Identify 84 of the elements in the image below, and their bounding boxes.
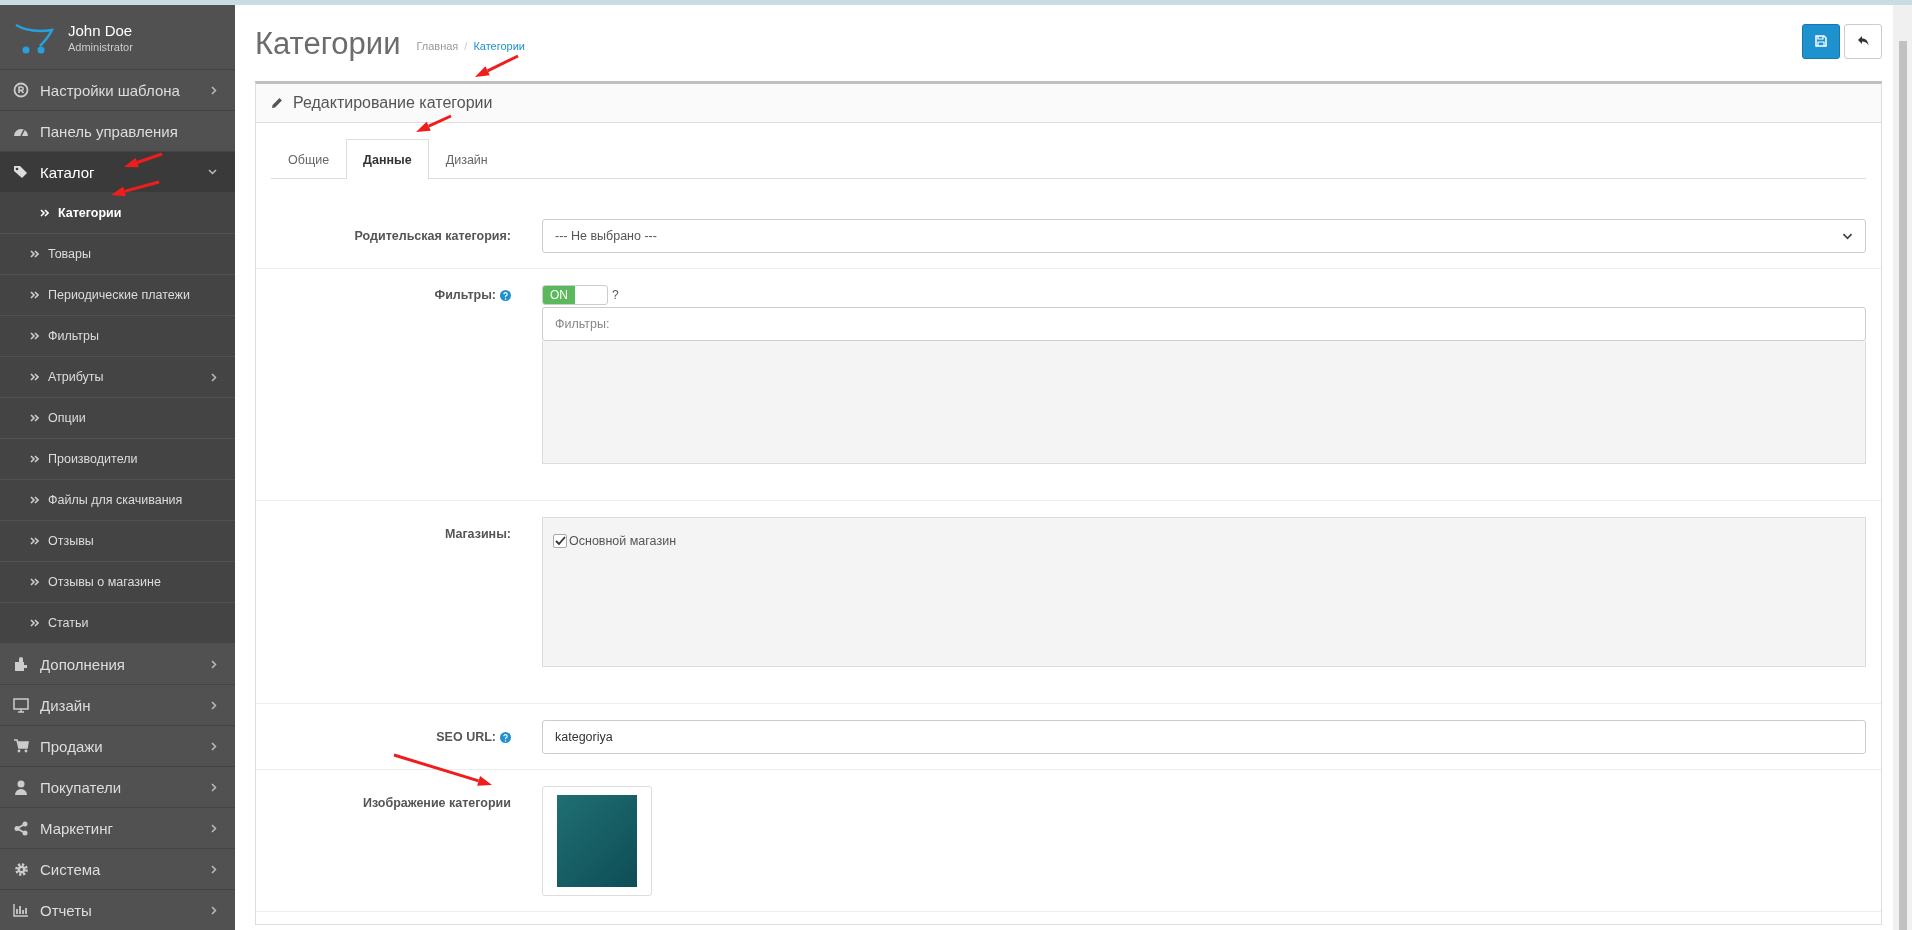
chevron-right-icon xyxy=(211,864,217,874)
double-chevron-icon xyxy=(30,414,39,422)
sidebar-subitem[interactable]: Файлы для скачивания xyxy=(0,480,235,521)
gear-icon xyxy=(13,861,29,877)
sidebar-subitem[interactable]: Фильтры xyxy=(0,316,235,357)
double-chevron-icon xyxy=(40,209,49,217)
double-chevron-icon xyxy=(30,373,39,381)
annotation-arrow xyxy=(416,114,452,132)
sidebar-item[interactable]: Каталог xyxy=(0,152,235,193)
puzzle-icon xyxy=(13,656,29,672)
sidebar-subitem[interactable]: Отзывы xyxy=(0,521,235,562)
cart-icon xyxy=(13,739,29,753)
chevron-right-icon xyxy=(211,741,217,751)
double-chevron-icon xyxy=(30,537,39,545)
tab[interactable]: Дизайн xyxy=(428,139,505,179)
bar-chart-icon xyxy=(13,903,29,917)
sidebar-item[interactable]: Система xyxy=(0,849,235,890)
breadcrumb-link[interactable]: Категории xyxy=(473,40,525,52)
double-chevron-icon xyxy=(30,250,39,258)
field-label: Фильтры: xyxy=(434,288,496,302)
back-button[interactable] xyxy=(1844,23,1882,59)
sidebar-subitem[interactable]: Товары xyxy=(0,234,235,275)
scrollbar[interactable] xyxy=(1893,5,1912,930)
pencil-icon xyxy=(271,97,283,109)
chevron-right-icon xyxy=(211,782,217,792)
double-chevron-icon xyxy=(30,619,39,627)
panel-title: Редактирование категории xyxy=(293,94,493,112)
reply-arrow-icon xyxy=(1856,35,1870,47)
double-chevron-icon xyxy=(30,496,39,504)
field-label: SEO URL: xyxy=(436,730,496,744)
chevron-right-icon xyxy=(211,823,217,833)
sidebar-item[interactable]: Настройки шаблона xyxy=(0,70,235,111)
tab[interactable]: Данные xyxy=(346,139,429,179)
chevron-down-icon xyxy=(1842,232,1853,240)
chevron-right-icon xyxy=(211,700,217,710)
store-label: Основной магазин xyxy=(569,534,677,548)
sidebar-item[interactable]: Дополнения xyxy=(0,644,235,685)
sidebar-item[interactable]: Дизайн xyxy=(0,685,235,726)
sidebar-item[interactable]: Отчеты xyxy=(0,890,235,930)
annotation-arrow xyxy=(111,180,160,197)
chevron-right-icon xyxy=(211,659,217,669)
chevron-right-icon xyxy=(211,85,217,95)
double-chevron-icon xyxy=(30,455,39,463)
registered-icon xyxy=(13,82,29,98)
parent-category-select[interactable]: --- Не выбрано --- xyxy=(542,219,1866,253)
page-title: Категории xyxy=(255,27,401,59)
chevron-down-icon xyxy=(208,169,217,175)
sidebar-subitem[interactable]: Категории xyxy=(0,193,235,234)
user-role: Administrator xyxy=(68,40,133,53)
toggle-hint: ? xyxy=(612,288,619,302)
sidebar-subitem[interactable]: Отзывы о магазине xyxy=(0,562,235,603)
sidebar-subitem[interactable]: Производители xyxy=(0,439,235,480)
chevron-right-icon xyxy=(211,905,217,915)
share-icon xyxy=(13,820,29,836)
annotation-arrow xyxy=(475,54,519,77)
help-icon[interactable] xyxy=(500,289,511,301)
sidebar-item[interactable]: Маркетинг xyxy=(0,808,235,849)
field-label: Магазины: xyxy=(444,527,511,541)
sidebar-subitem[interactable]: Опции xyxy=(0,398,235,439)
image-thumbnail[interactable] xyxy=(542,786,652,896)
sidebar-item[interactable]: Покупатели xyxy=(0,767,235,808)
field-label: Изображение категории xyxy=(362,796,511,810)
annotation-arrow xyxy=(124,152,163,168)
field-label: Родительская категория: xyxy=(354,229,511,243)
tab[interactable]: Общие xyxy=(271,139,347,179)
tag-icon xyxy=(13,165,29,179)
filter-input-field[interactable]: Фильтры: xyxy=(542,307,1866,341)
checkbox[interactable] xyxy=(553,534,567,548)
sidebar-subitem[interactable]: Атрибуты xyxy=(0,357,235,398)
sidebar-item[interactable]: Продажи xyxy=(0,726,235,767)
help-icon[interactable] xyxy=(500,731,511,743)
double-chevron-icon xyxy=(30,332,39,340)
breadcrumb-separator: / xyxy=(464,40,468,52)
sidebar-subitem[interactable]: Периодические платежи xyxy=(0,275,235,316)
user-name: John Doe xyxy=(68,21,133,39)
double-chevron-icon xyxy=(30,291,39,299)
user-icon xyxy=(14,779,28,795)
double-chevron-icon xyxy=(30,578,39,586)
chevron-right-icon xyxy=(211,372,217,382)
floppy-disk-icon xyxy=(1815,35,1827,47)
monitor-icon xyxy=(13,697,29,713)
sidebar-subitem[interactable]: Статьи xyxy=(0,603,235,644)
seo-url-input-field[interactable]: kategoriya xyxy=(542,720,1866,754)
save-button[interactable] xyxy=(1802,23,1840,59)
